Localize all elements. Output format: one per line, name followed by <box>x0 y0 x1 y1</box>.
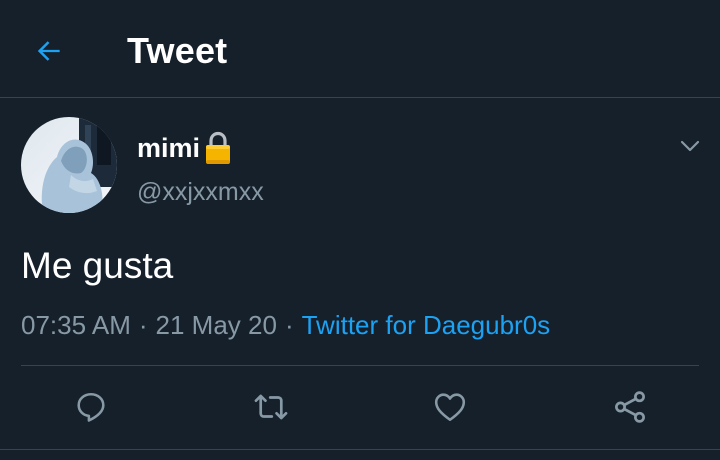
top-bar: Tweet <box>0 0 720 98</box>
tweet-detail-screen: Tweet mimi @xxjxxmxx Me gusta 07:35 AM ·… <box>0 0 720 460</box>
back-button[interactable] <box>24 28 74 74</box>
reply-icon <box>77 392 105 422</box>
tweet-source-link[interactable]: Twitter for Daegubr0s <box>302 310 551 340</box>
meta-separator: · <box>138 310 148 340</box>
chevron-down-icon <box>680 140 700 152</box>
like-button[interactable] <box>423 380 477 434</box>
author-display-name: mimi <box>137 133 201 163</box>
avatar-image <box>21 117 117 213</box>
heart-icon <box>434 393 466 422</box>
tweet-time: 07:35 AM <box>21 310 131 340</box>
share-icon <box>615 391 645 423</box>
avatar[interactable] <box>21 117 117 213</box>
retweet-button[interactable] <box>244 380 298 434</box>
divider <box>0 449 720 450</box>
meta-separator: · <box>284 310 294 340</box>
author-name-row[interactable]: mimi <box>137 130 233 166</box>
arrow-left-icon <box>37 41 60 61</box>
tweet-text: Me gusta <box>21 245 174 286</box>
retweet-icon <box>254 394 288 420</box>
author-handle[interactable]: @xxjxxmxx <box>137 174 264 210</box>
tweet-meta: 07:35 AM · 21 May 20 · Twitter for Daegubr0s <box>21 306 550 344</box>
lock-icon <box>203 131 233 165</box>
tweet-date: 21 May 20 <box>155 310 277 340</box>
divider <box>21 365 699 366</box>
page-title: Tweet <box>127 30 228 71</box>
reply-button[interactable] <box>64 380 118 434</box>
share-button[interactable] <box>603 380 657 434</box>
tweet-actions <box>0 380 720 434</box>
tweet-menu-button[interactable] <box>672 128 708 164</box>
